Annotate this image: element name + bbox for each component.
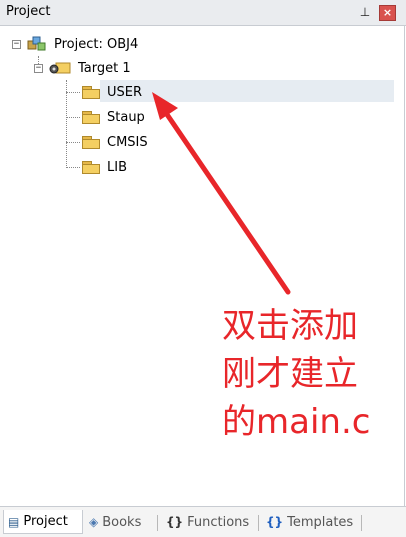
templates-icon: {} [266, 515, 284, 529]
tab-templates[interactable]: {} Templates [266, 510, 353, 534]
tab-label: Books [102, 514, 142, 530]
tab-separator [157, 515, 158, 531]
annotation-text: 双击添加 刚才建立 的main.c [222, 302, 392, 446]
tab-label: Functions [187, 514, 250, 530]
tab-project[interactable]: ▤ Project [3, 510, 83, 534]
project-icon: ▤ [8, 514, 20, 529]
books-icon: ◈ [89, 515, 99, 529]
annotation-line: 的main.c [222, 402, 371, 442]
annotation-line: 刚才建立 [222, 354, 358, 394]
annotation-line: 双击添加 [222, 306, 358, 346]
tab-label: Templates [287, 514, 354, 530]
tab-functions[interactable]: {} Functions [166, 510, 249, 534]
tab-label: Project [23, 514, 68, 529]
functions-icon: {} [166, 515, 184, 529]
tab-separator [258, 515, 259, 531]
tab-separator [361, 515, 362, 531]
bottom-tab-bar: ▤ Project ◈ Books {} Functions {} Templa… [0, 506, 406, 537]
tab-books[interactable]: ◈ Books [89, 510, 141, 534]
